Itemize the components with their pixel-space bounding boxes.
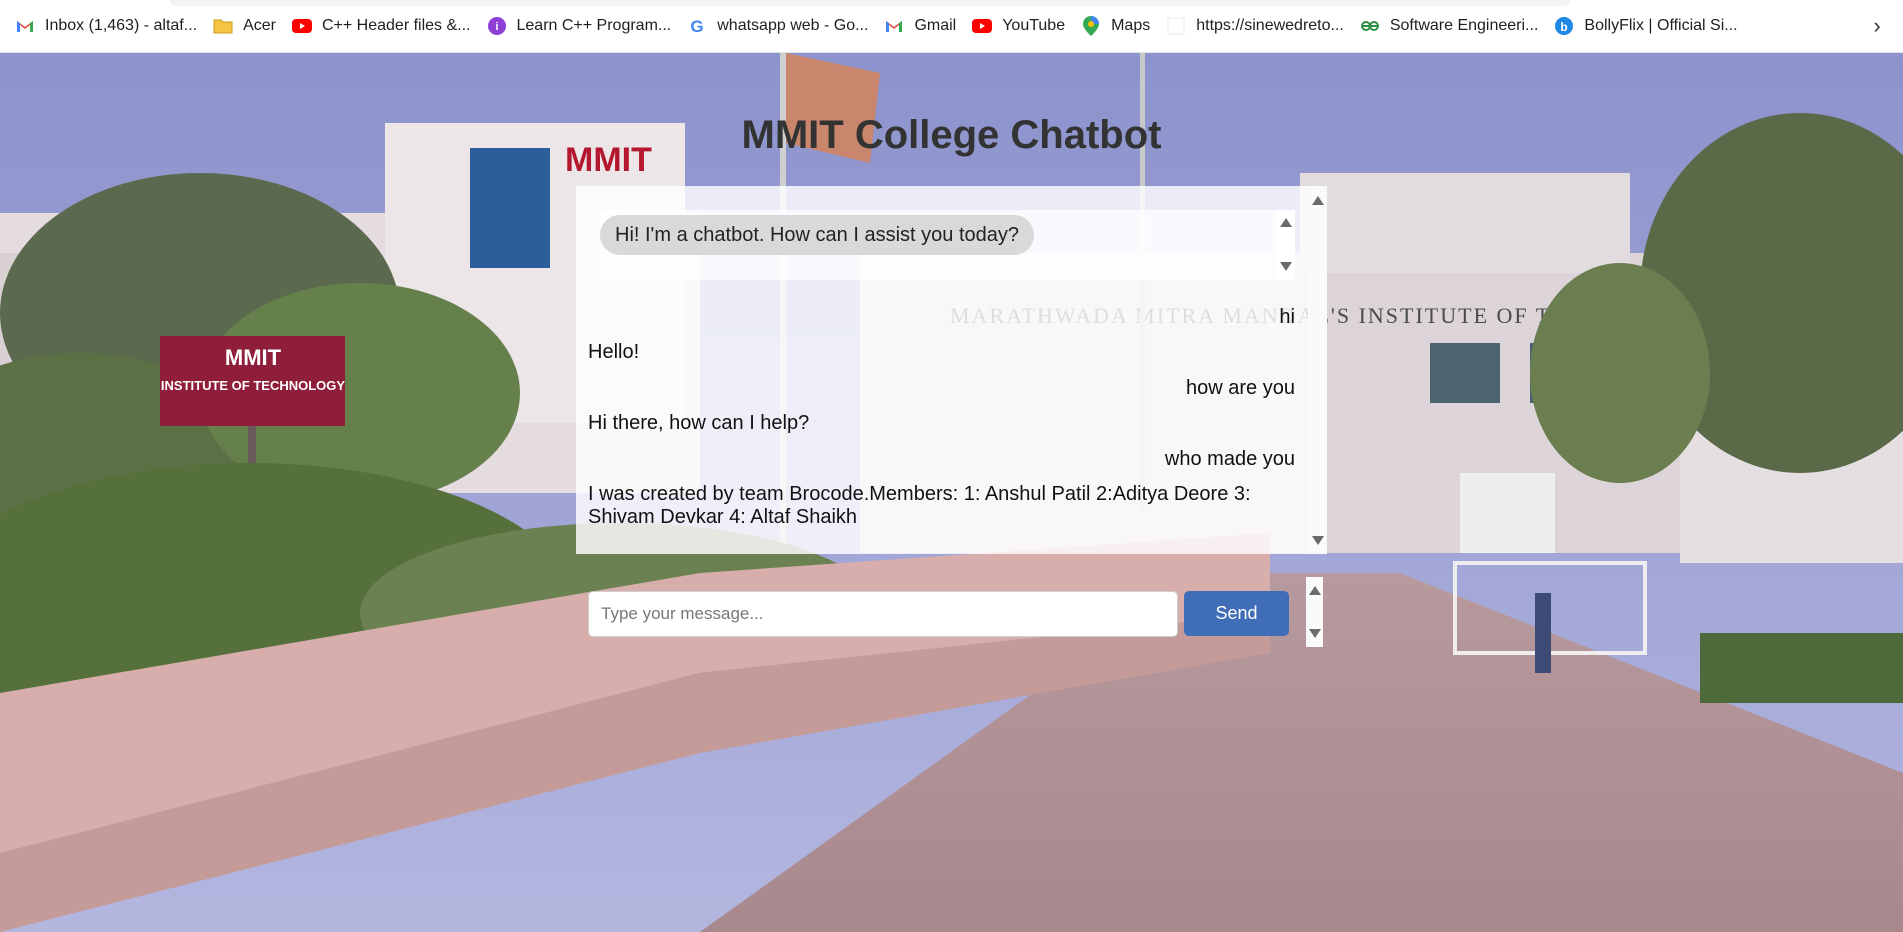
site-icon: i — [487, 16, 507, 36]
chevron-right-icon[interactable]: › — [1865, 13, 1889, 38]
bookmark-label: Gmail — [914, 17, 957, 34]
user-message: who made you — [1164, 448, 1295, 470]
google-icon: G — [687, 16, 707, 36]
svg-text:i: i — [495, 21, 498, 33]
blank-page-icon — [1166, 16, 1186, 36]
scroll-up-icon[interactable] — [1312, 196, 1324, 205]
gmail-icon — [884, 16, 904, 36]
bookmark-label: BollyFlix | Official Si... — [1584, 17, 1738, 34]
scroll-up-icon[interactable] — [1280, 218, 1292, 227]
bookmark-label: Acer — [243, 17, 276, 34]
bookmark-learn-cpp[interactable]: i Learn C++ Program... — [480, 11, 679, 41]
bookmark-label: Software Engineeri... — [1389, 17, 1539, 34]
board-title-text: MMIT — [225, 345, 282, 370]
greeting-box[interactable]: Hi! I'm a chatbot. How can I assist you … — [600, 210, 1295, 280]
bookmark-label: Maps — [1111, 17, 1151, 34]
user-message: hi — [1279, 306, 1295, 328]
bookmark-label: C++ Header files &... — [321, 17, 471, 34]
bookmark-sinewedreto[interactable]: https://sinewedreto... — [1159, 11, 1351, 41]
page-title: MMIT College Chatbot — [741, 113, 1162, 157]
scroll-down-icon[interactable] — [1312, 536, 1324, 545]
bookmark-label: whatsapp web - Go... — [717, 17, 869, 34]
message-form: Send — [588, 591, 1289, 637]
bookmark-gmail[interactable]: Gmail — [877, 11, 963, 41]
user-message: how are you — [1186, 377, 1295, 399]
bollyflix-icon: b — [1554, 16, 1574, 36]
gmail-icon — [15, 16, 35, 36]
youtube-icon — [972, 16, 993, 36]
geeks-icon — [1360, 16, 1380, 36]
bot-message: Hello! — [588, 341, 640, 363]
youtube-icon — [291, 16, 312, 36]
scroll-down-icon[interactable] — [1309, 629, 1321, 638]
input-scrollbar[interactable] — [1306, 577, 1323, 647]
bookmark-label: Learn C++ Program... — [516, 17, 672, 34]
greeting-scrollbar[interactable] — [1276, 210, 1295, 280]
bookmark-bollyflix[interactable]: b BollyFlix | Official Si... — [1547, 11, 1744, 41]
folder-icon — [213, 16, 233, 36]
chat-scrollbar[interactable] — [1308, 186, 1327, 554]
tab-strip-edge — [170, 0, 1570, 6]
bookmark-label: https://sinewedreto... — [1196, 17, 1344, 34]
send-button[interactable]: Send — [1184, 591, 1289, 636]
greeting-bubble: Hi! I'm a chatbot. How can I assist you … — [600, 215, 1035, 255]
bookmark-label: Inbox (1,463) - altaf... — [45, 17, 198, 34]
scroll-up-icon[interactable] — [1309, 586, 1321, 595]
bookmark-whatsapp-search[interactable]: G whatsapp web - Go... — [680, 11, 875, 41]
message-input[interactable] — [588, 591, 1178, 637]
bookmark-label: YouTube — [1002, 17, 1066, 34]
bookmark-acer[interactable]: Acer — [206, 11, 283, 41]
svg-text:b: b — [1561, 20, 1568, 34]
scroll-down-icon[interactable] — [1280, 262, 1292, 271]
svg-text:G: G — [691, 17, 704, 35]
board-subtitle-text: INSTITUTE OF TECHNOLOGY — [161, 378, 345, 393]
bookmark-software-engineering[interactable]: Software Engineeri... — [1353, 11, 1546, 41]
bookmark-inbox[interactable]: Inbox (1,463) - altaf... — [8, 11, 204, 41]
bookmark-youtube[interactable]: YouTube — [965, 11, 1072, 41]
bookmark-cpp-header[interactable]: C++ Header files &... — [285, 11, 478, 41]
bot-message: Hi there, how can I help? — [588, 412, 810, 434]
maps-icon — [1081, 16, 1101, 36]
bot-message: I was created by team Brocode.Members: 1… — [588, 483, 1251, 528]
bookmarks-bar: Inbox (1,463) - altaf... Acer C++ Header… — [0, 0, 1903, 53]
bookmark-maps[interactable]: Maps — [1074, 11, 1157, 41]
